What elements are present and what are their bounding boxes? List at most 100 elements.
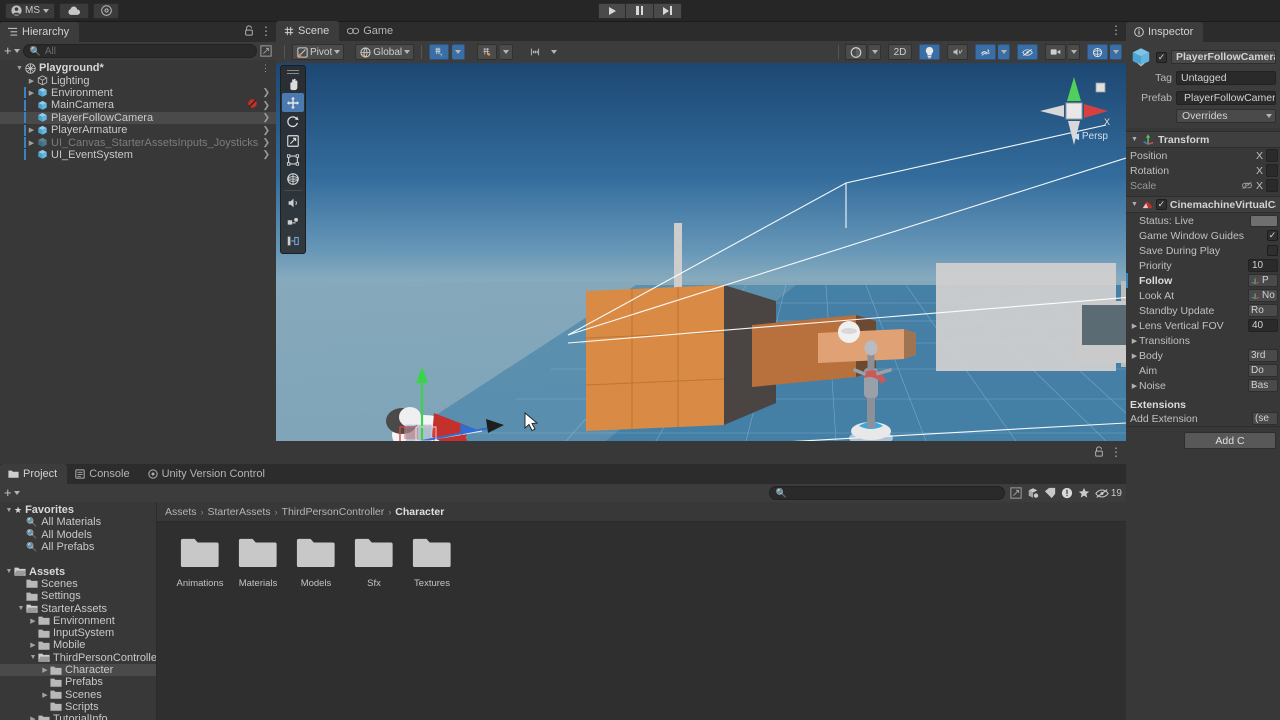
- scene-tools-overlay[interactable]: [280, 65, 306, 254]
- breadcrumb-item-assets[interactable]: Assets: [165, 506, 197, 518]
- follow-object-field[interactable]: P: [1248, 274, 1278, 287]
- save-during-play-checkbox[interactable]: [1267, 245, 1278, 256]
- project-asset-browser[interactable]: Assets›StarterAssets›ThirdPersonControll…: [157, 502, 1126, 720]
- rect-tool-button[interactable]: [282, 150, 304, 169]
- custom-editor-tool-button[interactable]: [282, 193, 304, 212]
- gizmos-button[interactable]: [1087, 44, 1108, 60]
- transform-tool-button[interactable]: [282, 169, 304, 188]
- cinemachine-status-live-row[interactable]: Status: Live: [1126, 213, 1280, 228]
- chevron-right-icon[interactable]: ❯: [262, 87, 270, 98]
- breadcrumb-item-character[interactable]: Character: [395, 506, 444, 518]
- scale-tool-button[interactable]: [282, 131, 304, 150]
- hidden-packages-toggle[interactable]: 19: [1095, 488, 1122, 499]
- project-search-input[interactable]: 🔍: [769, 486, 1005, 500]
- chevron-right-icon[interactable]: ▶: [40, 691, 50, 699]
- chevron-right-icon[interactable]: ▶: [1130, 382, 1139, 390]
- foldout-icon[interactable]: ▼: [1130, 201, 1139, 208]
- chevron-right-icon[interactable]: ▶: [1130, 337, 1139, 345]
- tab-scene[interactable]: Scene: [276, 21, 339, 41]
- add-extension-dropdown[interactable]: (se: [1252, 412, 1278, 425]
- tab-version-control[interactable]: Unity Version Control: [140, 464, 275, 484]
- shading-mode-dropdown[interactable]: [869, 44, 881, 60]
- project-tree-item-all-materials[interactable]: 🔍All Materials: [0, 516, 156, 528]
- audio-toggle-button[interactable]: [947, 44, 968, 60]
- cinemachine-component-header[interactable]: ▼ ✓ CinemachineVirtualCamera: [1126, 196, 1280, 213]
- transform-position-row[interactable]: PositionX: [1126, 148, 1280, 163]
- cinemachine-game-window-guides-row[interactable]: Game Window Guides✓: [1126, 228, 1280, 243]
- tag-field[interactable]: Untagged: [1176, 71, 1276, 85]
- cinemachine-transitions-row[interactable]: ▶Transitions: [1126, 333, 1280, 348]
- prefab-field[interactable]: PlayerFollowCamera: [1176, 91, 1276, 105]
- scene-projection-label[interactable]: ◀ Persp: [1072, 131, 1108, 142]
- pause-button[interactable]: [626, 3, 654, 19]
- project-tree-item-prefabs[interactable]: Prefabs: [0, 676, 156, 688]
- asset-item-sfx[interactable]: Sfx: [345, 536, 403, 589]
- breadcrumb[interactable]: Assets›StarterAssets›ThirdPersonControll…: [157, 502, 1126, 522]
- hierarchy-item-playerarmature[interactable]: ▶PlayerArmature❯: [0, 124, 276, 136]
- lock-icon[interactable]: [1094, 446, 1104, 457]
- tab-game[interactable]: Game: [339, 21, 403, 41]
- project-folder-tree[interactable]: ▼★Favorites🔍All Materials🔍All Models🔍All…: [0, 502, 157, 720]
- light-probe-tool-button[interactable]: [282, 212, 304, 231]
- hierarchy-item-ui-eventsystem[interactable]: UI_EventSystem❯: [0, 149, 276, 161]
- project-tree-item-starterassets[interactable]: ▼StarterAssets: [0, 602, 156, 614]
- chevron-right-icon[interactable]: ▶: [26, 77, 37, 85]
- priority-field[interactable]: 10: [1248, 259, 1278, 272]
- project-tree-item-tutorialinfo[interactable]: ▶TutorialInfo: [0, 713, 156, 720]
- asset-item-animations[interactable]: Animations: [171, 536, 229, 589]
- chevron-right-icon[interactable]: ❯: [262, 112, 270, 123]
- breadcrumb-item-starterassets[interactable]: StarterAssets: [208, 506, 271, 518]
- effects-dropdown[interactable]: [998, 44, 1010, 60]
- scene-viewport[interactable]: X ◀ Persp: [276, 63, 1126, 441]
- tab-inspector[interactable]: Inspector: [1126, 22, 1203, 42]
- gameobject-enabled-checkbox[interactable]: ✓: [1156, 52, 1167, 63]
- project-tree-item-inputsystem[interactable]: InputSystem: [0, 627, 156, 639]
- chevron-right-icon[interactable]: ▶: [40, 666, 50, 674]
- body-dropdown[interactable]: 3rd: [1248, 349, 1278, 362]
- project-tree-item-scenes[interactable]: Scenes: [0, 578, 156, 590]
- step-button[interactable]: [654, 3, 682, 19]
- project-tree-item-scripts[interactable]: Scripts: [0, 701, 156, 713]
- create-object-button[interactable]: +: [4, 45, 20, 57]
- overlay-drag-handle[interactable]: [287, 70, 299, 71]
- hierarchy-item-ui-canvas-starterassetsinputs-joysticks[interactable]: ▶UI_Canvas_StarterAssetsInputs_Joysticks…: [0, 136, 276, 148]
- gizmos-dropdown[interactable]: [1110, 44, 1122, 60]
- custom-tool-button[interactable]: [282, 231, 304, 250]
- cinemachine-standby-update-row[interactable]: Standby UpdateRo: [1126, 303, 1280, 318]
- favorite-star-icon[interactable]: [1078, 487, 1090, 499]
- transform-rotation-x-field[interactable]: [1266, 164, 1278, 177]
- chevron-right-icon[interactable]: ▶: [26, 89, 37, 97]
- label-icon[interactable]: [1044, 487, 1056, 499]
- rotate-tool-button[interactable]: [282, 112, 304, 131]
- grid-axis-dropdown[interactable]: [452, 44, 465, 60]
- align-button[interactable]: [525, 44, 545, 60]
- hierarchy-item-lighting[interactable]: ▶Lighting: [0, 74, 276, 86]
- cinemachine-follow-row[interactable]: FollowP: [1126, 273, 1280, 288]
- chevron-down-icon[interactable]: ▼: [28, 654, 38, 661]
- cinemachine-lens-vertical-fov-row[interactable]: ▶Lens Vertical FOV40: [1126, 318, 1280, 333]
- hand-tool-button[interactable]: [282, 74, 304, 93]
- game-window-guides-checkbox[interactable]: ✓: [1267, 230, 1278, 241]
- hidden-objects-button[interactable]: [1017, 44, 1038, 60]
- move-tool-button[interactable]: [282, 93, 304, 112]
- cinemachine-priority-row[interactable]: Priority10: [1126, 258, 1280, 273]
- lock-icon[interactable]: [244, 25, 254, 36]
- tab-project[interactable]: Project: [0, 464, 67, 484]
- asset-item-models[interactable]: Models: [287, 536, 345, 589]
- project-tree-item-all-models[interactable]: 🔍All Models: [0, 529, 156, 541]
- breadcrumb-item-thirdpersoncontroller[interactable]: ThirdPersonController: [282, 506, 385, 518]
- cinemachine-aim-row[interactable]: AimDo: [1126, 363, 1280, 378]
- gameobject-name-field[interactable]: PlayerFollowCamera: [1171, 50, 1276, 64]
- align-dropdown[interactable]: [548, 44, 560, 60]
- link-scale-icon[interactable]: [1241, 181, 1253, 190]
- transform-scale-row[interactable]: ScaleX: [1126, 178, 1280, 193]
- toggle-2d-button[interactable]: 2D: [888, 44, 912, 60]
- hierarchy-menu-icon[interactable]: ⋮: [260, 26, 272, 36]
- project-tree-item-scenes[interactable]: ▶Scenes: [0, 688, 156, 700]
- chevron-right-icon[interactable]: ▶: [28, 641, 38, 649]
- chevron-right-icon[interactable]: ❯: [262, 125, 270, 136]
- scene-context-menu-icon[interactable]: ⋮: [261, 63, 270, 73]
- hierarchy-item-maincamera[interactable]: MainCamera❯: [0, 99, 276, 111]
- grid-axis-button[interactable]: Y: [429, 44, 449, 60]
- chevron-right-icon[interactable]: ▶: [26, 139, 37, 147]
